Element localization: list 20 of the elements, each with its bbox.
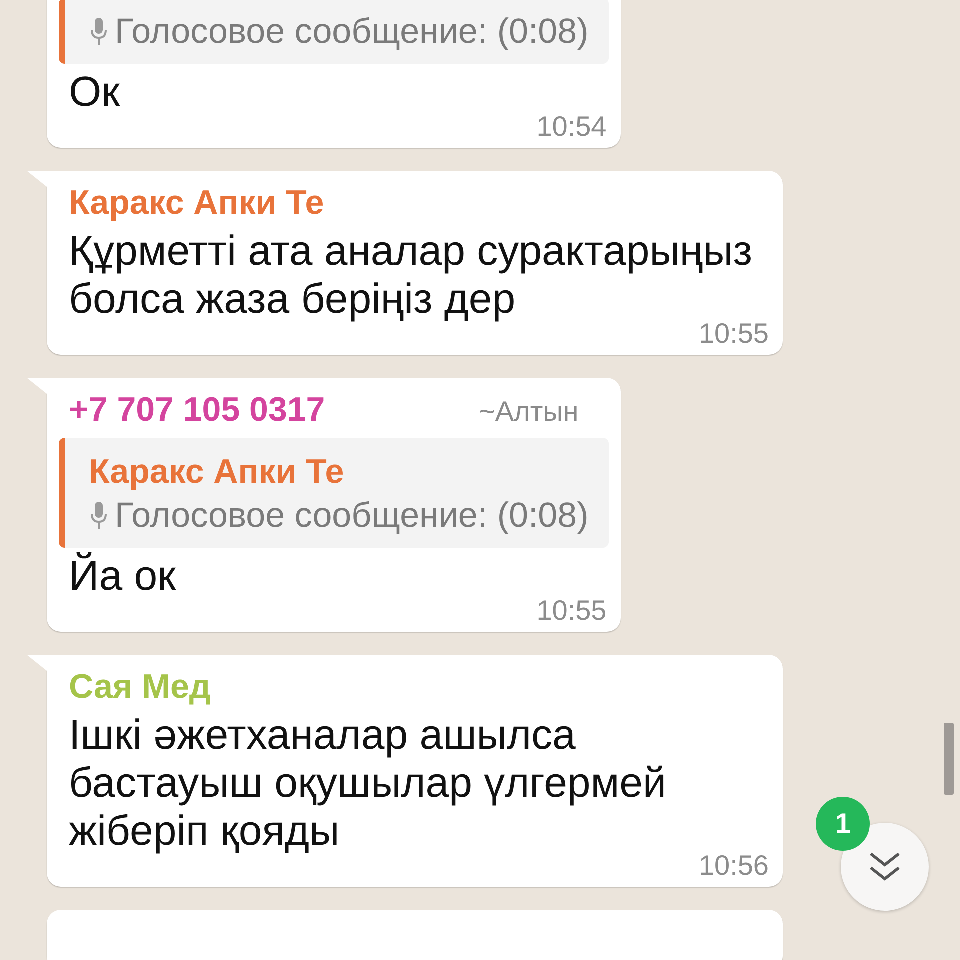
quoted-message[interactable]: Голосовое сообщение: (0:08) — [59, 0, 609, 64]
message-text: Ок — [69, 68, 120, 116]
quoted-text: Голосовое сообщение: (0:08) — [115, 11, 589, 53]
message-time: 10:54 — [536, 112, 608, 142]
scrollbar-thumb[interactable] — [944, 723, 954, 795]
quoted-message[interactable]: Каракс Апки Те Голосовое сообщение: (0:08) — [59, 438, 609, 548]
message-text: Ішкі әжетханалар ашылса бастауыш оқушылар үлгермей жіберіп қояды — [69, 711, 668, 855]
microphone-icon — [89, 17, 109, 47]
microphone-icon — [89, 501, 109, 531]
sender-alias: ~Алтын — [478, 396, 580, 428]
sender-name: Каракс Апки Те — [69, 183, 324, 224]
message-time: 10:56 — [698, 851, 770, 881]
message-time: 10:55 — [536, 596, 608, 626]
message-text: Йа ок — [69, 552, 176, 600]
unread-badge: 1 — [816, 797, 870, 851]
quoted-sender: Каракс Апки Те — [89, 452, 346, 493]
sender-name: +7 707 105 0317 — [69, 390, 326, 431]
sender-name: Сая Мед — [69, 667, 211, 708]
quoted-text: Голосовое сообщение: (0:08) — [115, 495, 589, 537]
double-chevron-icon — [868, 851, 902, 883]
